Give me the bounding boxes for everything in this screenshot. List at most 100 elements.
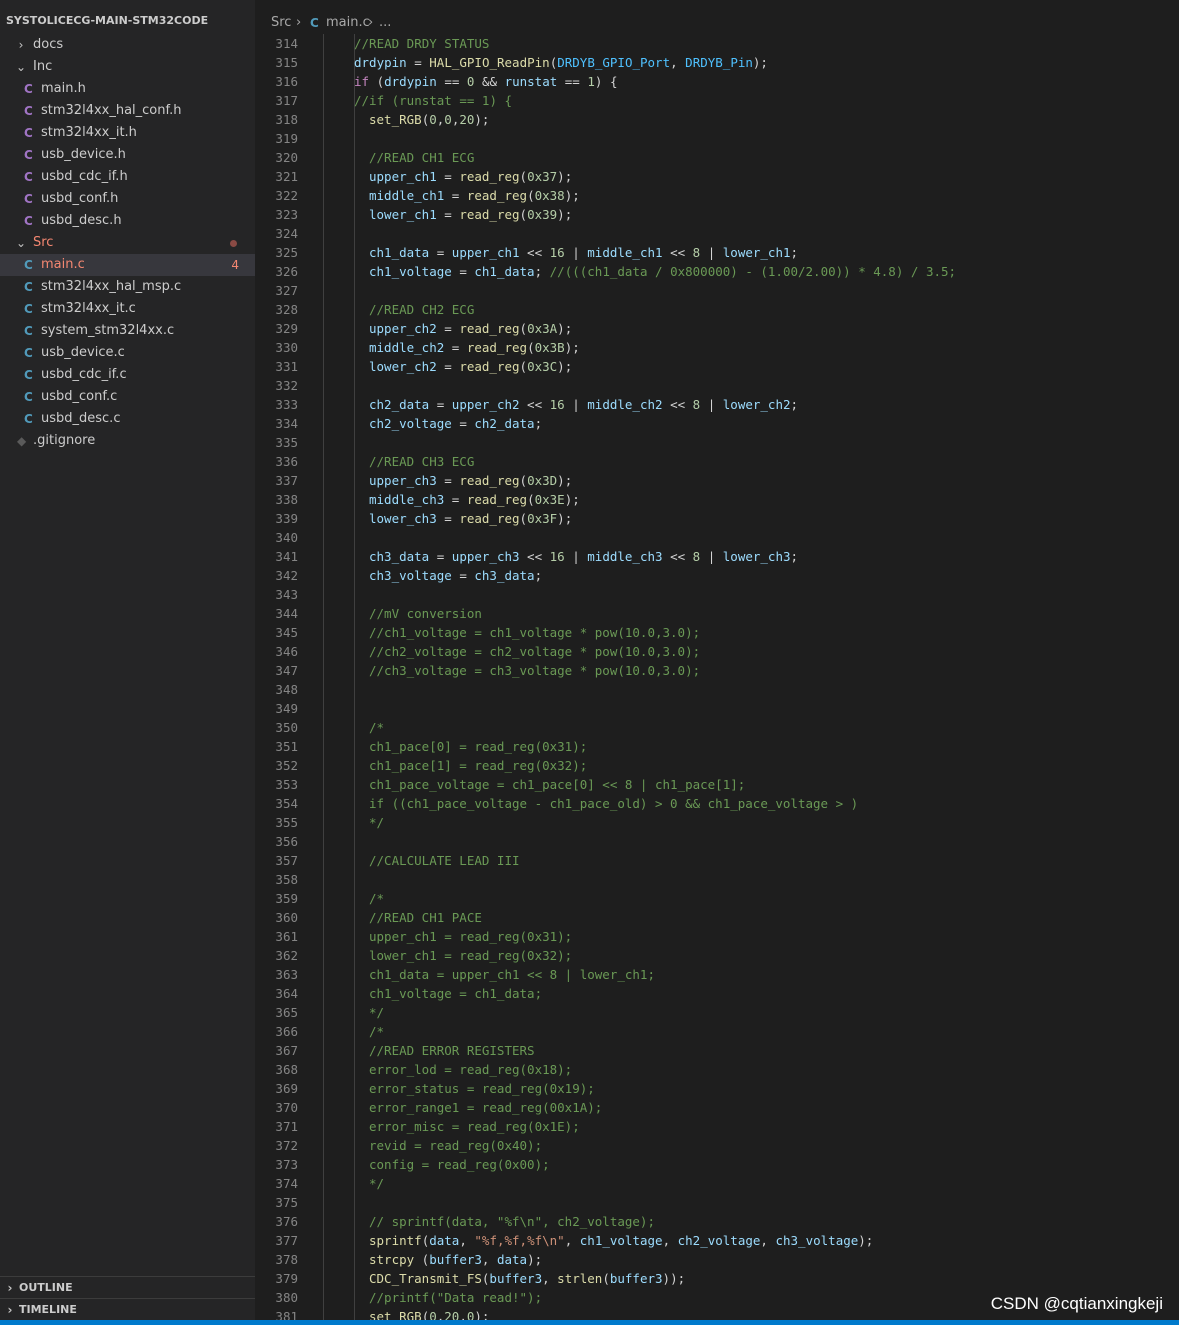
code-line[interactable]: 348 [255,680,1179,699]
explorer-root-title[interactable]: SYSTOLICECG-MAIN-STM32CODE [6,14,208,27]
breadcrumb: Src › C main.c › ... [255,12,1179,34]
code-line[interactable]: 342 ch3_voltage = ch3_data; [255,566,1179,585]
code-line[interactable]: 369 error_status = read_reg(0x19); [255,1079,1179,1098]
code-line[interactable]: 327 [255,281,1179,300]
tree-file[interactable]: Cusb_device.h [0,144,255,166]
code-line[interactable]: 324 [255,224,1179,243]
code-line[interactable]: 338 middle_ch3 = read_reg(0x3E); [255,490,1179,509]
code-line[interactable]: 368 error_lod = read_reg(0x18); [255,1060,1179,1079]
tree-file[interactable]: Cusb_device.c [0,342,255,364]
code-line[interactable]: 336 //READ CH3 ECG [255,452,1179,471]
code-line[interactable]: 362 lower_ch1 = read_reg(0x32); [255,946,1179,965]
gitignore-icon: ◆ [17,434,27,448]
tree-file[interactable]: Cusbd_conf.h [0,188,255,210]
code-line[interactable]: 314 //READ DRDY STATUS [255,34,1179,53]
code-line[interactable]: 315 drdypin = HAL_GPIO_ReadPin(DRDYB_GPIO… [255,53,1179,72]
code-line[interactable]: 345 //ch1_voltage = ch1_voltage * pow(10.… [255,623,1179,642]
code-token: ( [519,511,528,526]
code-line[interactable]: 379 CDC_Transmit_FS(buffer3, strlen(buffe… [255,1269,1179,1288]
code-editor[interactable]: 314 //READ DRDY STATUS 315 drdypin = HAL_GP… [255,34,1179,1320]
code-line[interactable]: 341 ch3_data = upper_ch3 << 16 | middle_c… [255,547,1179,566]
code-line[interactable]: 339 lower_ch3 = read_reg(0x3F); [255,509,1179,528]
code-line[interactable]: 340 [255,528,1179,547]
tree-file[interactable]: Cmain.c 4 [0,254,255,276]
code-line[interactable]: 316 if (drdypin == 0 && runstat == 1) { [255,72,1179,91]
code-line[interactable]: 328 //READ CH2 ECG [255,300,1179,319]
code-line[interactable]: 374 */ [255,1174,1179,1193]
code-line[interactable]: 354 if ((ch1_pace_voltage - ch1_pace_old)… [255,794,1179,813]
code-line[interactable]: 359 /* [255,889,1179,908]
code-line[interactable]: 331 lower_ch2 = read_reg(0x3C); [255,357,1179,376]
code-line[interactable]: 333 ch2_data = upper_ch2 << 16 | middle_c… [255,395,1179,414]
line-number: 314 [275,36,298,51]
code-line[interactable]: 371 error_misc = read_reg(0x1E); [255,1117,1179,1136]
tree-file[interactable]: Csystem_stm32l4xx.c [0,320,255,342]
code-line[interactable]: 320 //READ CH1 ECG [255,148,1179,167]
tree-file[interactable]: Cstm32l4xx_hal_conf.h [0,100,255,122]
code-line[interactable]: 367 //READ ERROR REGISTERS [255,1041,1179,1060]
code-line[interactable]: 355 */ [255,813,1179,832]
code-line[interactable]: 364 ch1_voltage = ch1_data; [255,984,1179,1003]
code-line[interactable]: 373 config = read_reg(0x00); [255,1155,1179,1174]
code-line[interactable]: 375 [255,1193,1179,1212]
breadcrumb-folder[interactable]: Src [271,12,291,34]
code-line[interactable]: 335 [255,433,1179,452]
tree-file[interactable]: Cusbd_cdc_if.h [0,166,255,188]
line-number: 334 [275,416,298,431]
code-line[interactable]: 361 upper_ch1 = read_reg(0x31); [255,927,1179,946]
code-line[interactable]: 363 ch1_data = upper_ch1 << 8 | lower_ch1… [255,965,1179,984]
tree-folder[interactable]: › docs [0,34,255,56]
code-line[interactable]: 321 upper_ch1 = read_reg(0x37); [255,167,1179,186]
tree-file[interactable]: Cusbd_desc.h [0,210,255,232]
code-line[interactable]: 337 upper_ch3 = read_reg(0x3D); [255,471,1179,490]
line-number: 315 [275,55,298,70]
code-line[interactable]: 317 //if (runstat == 1) { [255,91,1179,110]
code-line[interactable]: 376 // sprintf(data, "%f\n", ch2_voltage)… [255,1212,1179,1231]
tree-file[interactable]: Cstm32l4xx_it.c [0,298,255,320]
code-line[interactable]: 347 //ch3_voltage = ch3_voltage * pow(10.… [255,661,1179,680]
tree-file[interactable]: ◆ .gitignore [0,430,255,452]
code-line[interactable]: 357 //CALCULATE LEAD III [255,851,1179,870]
code-line[interactable]: 322 middle_ch1 = read_reg(0x38); [255,186,1179,205]
code-line[interactable]: 350 /* [255,718,1179,737]
tree-file[interactable]: Cusbd_cdc_if.c [0,364,255,386]
code-line[interactable]: 330 middle_ch2 = read_reg(0x3B); [255,338,1179,357]
code-line[interactable]: 366 /* [255,1022,1179,1041]
code-line[interactable]: 372 revid = read_reg(0x40); [255,1136,1179,1155]
tree-file[interactable]: Cmain.h [0,78,255,100]
code-line[interactable]: 326 ch1_voltage = ch1_data; //(((ch1_data… [255,262,1179,281]
code-line[interactable]: 351 ch1_pace[0] = read_reg(0x31); [255,737,1179,756]
tree-file[interactable]: Cstm32l4xx_it.h [0,122,255,144]
code-token: 0 [429,112,437,127]
code-line[interactable]: 329 upper_ch2 = read_reg(0x3A); [255,319,1179,338]
code-line[interactable]: 346 //ch2_voltage = ch2_voltage * pow(10.… [255,642,1179,661]
tree-file[interactable]: Cstm32l4xx_hal_msp.c [0,276,255,298]
code-line[interactable]: 343 [255,585,1179,604]
code-line[interactable]: 353 ch1_pace_voltage = ch1_pace[0] << 8 |… [255,775,1179,794]
code-line[interactable]: 370 error_range1 = read_reg(00x1A); [255,1098,1179,1117]
tree-file[interactable]: Cusbd_conf.c [0,386,255,408]
code-line[interactable]: 334 ch2_voltage = ch2_data; [255,414,1179,433]
code-line[interactable]: 378 strcpy (buffer3, data); [255,1250,1179,1269]
code-line[interactable]: 344 //mV conversion [255,604,1179,623]
code-line[interactable]: 325 ch1_data = upper_ch1 << 16 | middle_c… [255,243,1179,262]
code-line[interactable]: 319 [255,129,1179,148]
tree-file[interactable]: Cusbd_desc.c [0,408,255,430]
code-token: config = read_reg(0x00); [369,1157,550,1172]
code-line[interactable]: 318 set_RGB(0,0,20); [255,110,1179,129]
code-line[interactable]: 358 [255,870,1179,889]
code-line[interactable]: 356 [255,832,1179,851]
code-line[interactable]: 349 [255,699,1179,718]
code-line[interactable]: 365 */ [255,1003,1179,1022]
tree-folder[interactable]: ⌄ Inc [0,56,255,78]
breadcrumb-file[interactable]: main.c [326,12,370,34]
code-line[interactable]: 332 [255,376,1179,395]
code-line[interactable]: 360 //READ CH1 PACE [255,908,1179,927]
tree-folder[interactable]: ⌄ Src [0,232,255,254]
outline-panel-header[interactable]: › OUTLINE [0,1276,255,1299]
code-line[interactable]: 377 sprintf(data, "%f,%f,%f\n", ch1_volta… [255,1231,1179,1250]
code-line[interactable]: 323 lower_ch1 = read_reg(0x39); [255,205,1179,224]
code-line[interactable]: 352 ch1_pace[1] = read_reg(0x32); [255,756,1179,775]
breadcrumb-more[interactable]: ... [379,12,391,34]
timeline-panel-header[interactable]: › TIMELINE [0,1298,255,1321]
